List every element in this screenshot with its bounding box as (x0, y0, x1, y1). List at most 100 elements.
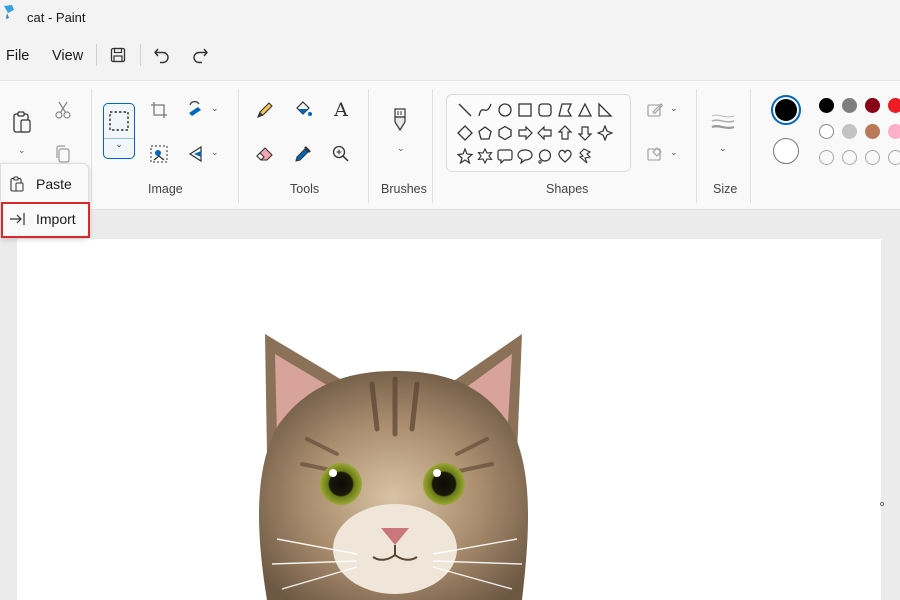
magnifier-tool[interactable] (328, 141, 354, 167)
crop-button[interactable] (146, 97, 172, 123)
outline-chevron-down-icon[interactable]: ⌄ (670, 103, 678, 114)
five-point-star-shape[interactable] (456, 147, 474, 165)
polygon-shape[interactable] (556, 101, 574, 119)
line-shape[interactable] (456, 101, 474, 119)
hexagon-shape[interactable] (496, 124, 514, 142)
line-icon (458, 103, 472, 117)
brush-icon (394, 108, 406, 132)
menu-file[interactable]: File (6, 48, 29, 64)
diamond-shape[interactable] (456, 124, 474, 142)
palette-color-pink[interactable] (888, 124, 900, 139)
palette-custom-slot[interactable] (888, 150, 900, 165)
lightning-shape[interactable] (576, 147, 594, 165)
resize-chevron-down-icon[interactable]: ⌄ (211, 103, 219, 114)
oval-icon (498, 103, 512, 117)
select-button[interactable]: ⌄ (103, 103, 135, 159)
brushes-button[interactable] (387, 107, 413, 133)
paste-button[interactable] (8, 107, 36, 137)
palette-color-dark-red[interactable] (865, 98, 880, 113)
palette-color-red[interactable] (888, 98, 900, 113)
palette-color-white[interactable] (819, 124, 834, 139)
undo-button[interactable] (150, 43, 174, 67)
rectangle-shape[interactable] (516, 101, 534, 119)
fill-style-button[interactable] (642, 141, 668, 167)
paste-chevron-down-icon[interactable]: ⌄ (18, 145, 26, 156)
palette-custom-slot[interactable] (842, 150, 857, 165)
cat-photo (258, 334, 529, 600)
oval-callout-shape[interactable] (516, 147, 534, 165)
eyedropper-icon (295, 146, 311, 162)
palette-color-black[interactable] (819, 98, 834, 113)
scissors-icon (55, 101, 71, 119)
down-arrow-shape[interactable] (576, 124, 594, 142)
secondary-color-button[interactable] (773, 138, 799, 164)
rounded-rectangle-icon (538, 103, 552, 117)
palette-custom-slot[interactable] (819, 150, 834, 165)
left-arrow-shape[interactable] (536, 124, 554, 142)
cut-button[interactable] (50, 97, 76, 123)
copy-icon (56, 145, 70, 163)
polygon-icon (558, 103, 573, 117)
right-triangle-shape[interactable] (596, 101, 614, 119)
lightning-icon (578, 148, 592, 164)
fill-style-chevron-down-icon[interactable]: ⌄ (670, 147, 678, 158)
oval-callout-icon (517, 149, 533, 164)
up-arrow-icon (557, 125, 573, 140)
brushes-chevron-down-icon[interactable]: ⌄ (397, 143, 405, 154)
size-chevron-down-icon[interactable]: ⌄ (719, 143, 727, 154)
cloud-callout-shape[interactable] (536, 147, 554, 165)
paste-dropdown-menu: Paste Import (0, 163, 90, 238)
five-point-star-icon (457, 148, 473, 164)
heart-shape[interactable] (556, 147, 574, 165)
redo-button[interactable] (188, 43, 212, 67)
rotate-chevron-down-icon[interactable]: ⌄ (211, 147, 219, 158)
eraser-tool[interactable] (252, 141, 278, 167)
four-point-star-shape[interactable] (596, 124, 614, 142)
drawing-canvas[interactable] (17, 239, 881, 600)
up-arrow-shape[interactable] (556, 124, 574, 142)
palette-color-gray[interactable] (842, 98, 857, 113)
menu-view[interactable]: View (52, 48, 83, 64)
clipboard-icon (10, 176, 24, 192)
right-arrow-shape[interactable] (516, 124, 534, 142)
fill-tool[interactable] (290, 97, 316, 123)
image-select-button[interactable] (146, 141, 172, 167)
canvas-resize-handle[interactable] (880, 502, 884, 506)
pencil-tool[interactable] (252, 97, 278, 123)
rotate-button[interactable] (183, 141, 209, 167)
heart-icon (558, 149, 572, 163)
crop-icon (151, 102, 167, 118)
outline-button[interactable] (642, 97, 668, 123)
redo-icon (193, 48, 208, 64)
oval-shape[interactable] (496, 101, 514, 119)
four-point-star-icon (597, 125, 613, 141)
palette-color-brown[interactable] (865, 124, 880, 139)
palette-custom-slot[interactable] (865, 150, 880, 165)
canvas-workspace (0, 210, 900, 600)
menu-item-paste[interactable]: Paste (1, 167, 90, 201)
six-point-star-shape[interactable] (476, 147, 494, 165)
text-tool[interactable]: A (328, 97, 354, 123)
down-arrow-icon (577, 126, 593, 141)
size-button[interactable] (710, 109, 736, 135)
color-picker-tool[interactable] (290, 141, 316, 167)
outline-pen-icon (647, 103, 664, 117)
rotate-icon (188, 145, 202, 163)
rounded-callout-shape[interactable] (496, 147, 514, 165)
group-label-shapes: Shapes (546, 182, 589, 196)
rounded-callout-icon (497, 149, 513, 164)
curve-shape[interactable] (476, 101, 494, 119)
palette-color-light-gray[interactable] (842, 124, 857, 139)
menu-bar: File View (0, 34, 900, 80)
left-arrow-icon (537, 125, 552, 141)
resize-button[interactable] (183, 97, 209, 123)
fill-style-icon (647, 147, 662, 161)
save-button[interactable] (106, 43, 130, 67)
right-triangle-icon (598, 102, 613, 117)
cloud-callout-icon (538, 149, 552, 164)
zoom-icon (332, 145, 349, 162)
triangle-shape[interactable] (576, 101, 594, 119)
pentagon-shape[interactable] (476, 124, 494, 142)
rounded-rectangle-shape[interactable] (536, 101, 554, 119)
primary-color-button[interactable] (771, 95, 801, 125)
